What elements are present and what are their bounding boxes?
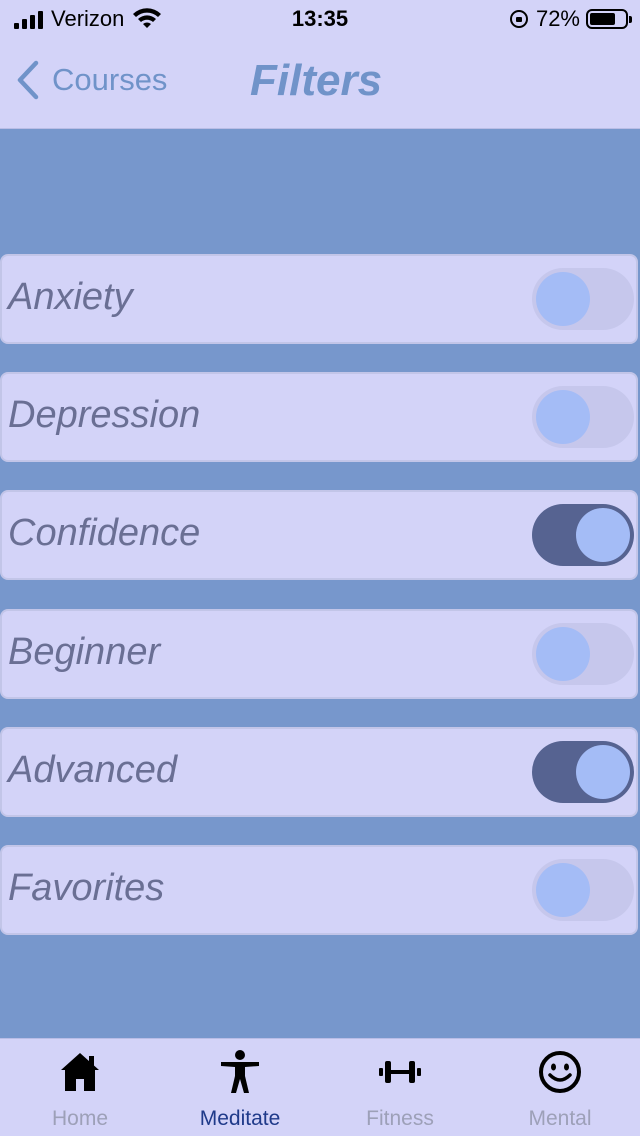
navigation-bar: Courses Filters xyxy=(0,42,640,128)
filter-toggle-favorites[interactable] xyxy=(532,859,634,921)
toggle-knob xyxy=(536,863,590,917)
smiley-icon xyxy=(539,1051,581,1093)
filter-row-favorites: Favorites xyxy=(0,845,638,935)
tab-label: Meditate xyxy=(199,1107,281,1130)
filter-label: Favorites xyxy=(8,867,165,909)
filter-label: Confidence xyxy=(8,512,201,554)
filter-toggle-confidence[interactable] xyxy=(532,504,634,566)
filter-toggle-anxiety[interactable] xyxy=(532,268,634,330)
top-bar: Verizon 13:35 72% Courses Filters xyxy=(0,0,640,129)
tab-home[interactable]: Home xyxy=(0,1039,160,1136)
toggle-knob xyxy=(536,390,590,444)
tab-label: Home xyxy=(51,1107,109,1130)
filter-row-anxiety: Anxiety xyxy=(0,254,638,344)
tab-fitness[interactable]: Fitness xyxy=(320,1039,480,1136)
tab-meditate[interactable]: Meditate xyxy=(160,1039,320,1136)
person-icon xyxy=(221,1050,259,1093)
tab-label: Mental xyxy=(528,1107,592,1130)
toggle-knob xyxy=(576,508,630,562)
filter-row-advanced: Advanced xyxy=(0,727,638,817)
filter-label: Anxiety xyxy=(8,276,133,318)
toggle-knob xyxy=(536,627,590,681)
tab-label: Fitness xyxy=(366,1107,434,1130)
filter-toggle-depression[interactable] xyxy=(532,386,634,448)
dumbbell-icon xyxy=(379,1061,421,1083)
tab-bar: Home Meditate Fitness Mental xyxy=(0,1038,640,1136)
filter-label: Advanced xyxy=(8,749,178,791)
battery-icon xyxy=(586,9,632,29)
back-button[interactable]: Courses xyxy=(16,60,167,100)
filter-toggle-beginner[interactable] xyxy=(532,623,634,685)
filter-label: Beginner xyxy=(8,631,161,673)
filter-row-depression: Depression xyxy=(0,372,638,462)
status-bar: Verizon 13:35 72% xyxy=(0,0,640,42)
toggle-knob xyxy=(576,745,630,799)
filter-row-confidence: Confidence xyxy=(0,490,638,580)
tab-mental[interactable]: Mental xyxy=(480,1039,640,1136)
chevron-left-icon xyxy=(17,60,39,100)
back-button-label: Courses xyxy=(52,62,168,97)
home-icon xyxy=(61,1053,99,1091)
filter-row-beginner: Beginner xyxy=(0,609,638,699)
filter-label: Depression xyxy=(8,394,201,436)
toggle-knob xyxy=(536,272,590,326)
battery-percentage: 72% xyxy=(535,6,580,31)
page-title: Filters xyxy=(250,56,383,105)
rotation-lock-icon xyxy=(509,10,528,28)
filter-toggle-advanced[interactable] xyxy=(532,741,634,803)
